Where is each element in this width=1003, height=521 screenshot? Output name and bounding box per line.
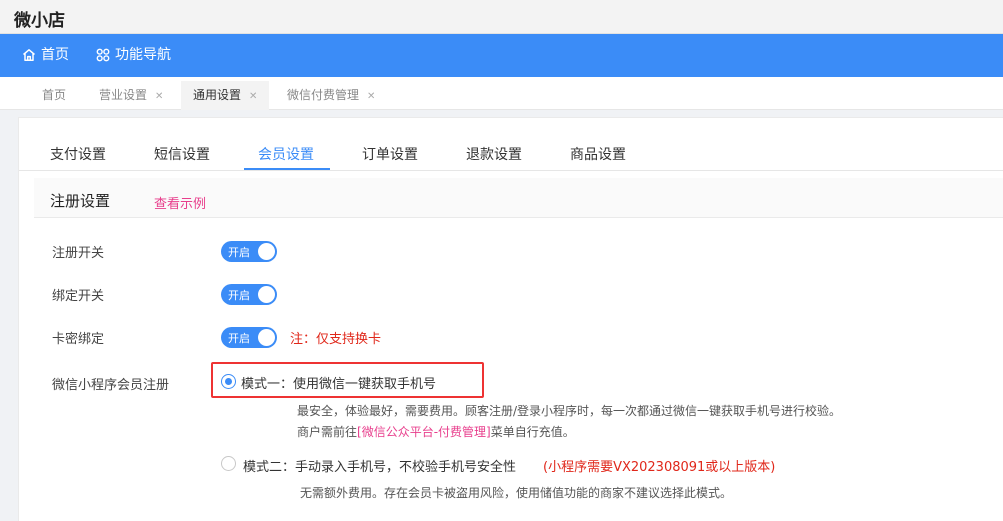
tab-business-settings-label: 营业设置 — [99, 88, 148, 102]
switch-knob — [258, 329, 275, 346]
bind-switch-label: 绑定开关 — [52, 289, 105, 304]
tab-general-settings[interactable]: 通用设置 ✕ — [181, 81, 270, 110]
mode2-radio[interactable] — [221, 456, 236, 471]
settings-panel: 支付设置 短信设置 会员设置 订单设置 退款设置 商品设置 注册设置 查看示例 … — [18, 117, 1003, 521]
mode2-desc: 无需额外费用。存在会员卡被盗用风险，使用储值功能的商家不建议选择此模式。 — [300, 486, 733, 500]
wechat-register-label: 微信小程序会员注册 — [52, 378, 170, 393]
tab-home-label: 首页 — [42, 88, 67, 102]
tab-wechat-paid-management-label: 微信付费管理 — [287, 88, 360, 102]
nav-function-guide-label: 功能导航 — [115, 47, 171, 63]
app-title: 微小店 — [14, 11, 65, 31]
register-switch[interactable]: 开启 — [221, 241, 277, 262]
subtab-member[interactable]: 会员设置 — [258, 144, 314, 164]
subtab-payment[interactable]: 支付设置 — [50, 144, 106, 164]
tab-general-settings-label: 通用设置 — [193, 88, 242, 102]
subtab-refund[interactable]: 退款设置 — [466, 144, 522, 164]
switch-knob — [258, 243, 275, 260]
card-bind-switch[interactable]: 开启 — [221, 327, 277, 348]
mode1-desc: 最安全，体验最好，需要费用。顾客注册/登录小程序时，每一次都通过微信一键获取手机… — [297, 404, 842, 418]
mode1-desc2-suffix: 菜单自行充值。 — [490, 425, 575, 439]
switch-text: 开启 — [228, 332, 250, 345]
view-example-link[interactable]: 查看示例 — [154, 193, 206, 212]
subtab-product[interactable]: 商品设置 — [570, 144, 626, 164]
tab-home[interactable]: 首页 — [30, 81, 78, 110]
nav-function-guide[interactable]: 功能导航 — [96, 34, 176, 77]
wechat-platform-link[interactable]: [微信公众平台-付费管理] — [357, 425, 491, 439]
grid-icon — [96, 48, 110, 62]
register-switch-label: 注册开关 — [52, 246, 105, 261]
subtab-sms[interactable]: 短信设置 — [154, 144, 210, 164]
mode2-label[interactable]: 模式二：手动录入手机号，不校验手机号安全性 — [243, 456, 516, 475]
subtab-order[interactable]: 订单设置 — [362, 144, 418, 164]
nav-home-label: 首页 — [41, 47, 69, 63]
mode1-desc2-prefix: 商户需前往 — [297, 425, 358, 439]
close-icon[interactable]: ✕ — [155, 91, 163, 102]
top-nav-bar: 首页 功能导航 — [0, 34, 1003, 77]
tab-business-settings[interactable]: 营业设置 ✕ — [87, 81, 175, 110]
close-icon[interactable]: ✕ — [249, 91, 257, 102]
mode1-radio[interactable] — [221, 374, 236, 389]
tab-wechat-paid-management[interactable]: 微信付费管理 ✕ — [275, 81, 387, 110]
home-icon — [23, 49, 35, 62]
nav-home[interactable]: 首页 — [22, 34, 74, 77]
active-subtab-indicator — [244, 168, 330, 170]
bind-switch[interactable]: 开启 — [221, 284, 277, 305]
close-icon[interactable]: ✕ — [367, 91, 375, 102]
card-bind-label: 卡密绑定 — [52, 332, 105, 347]
title-bar: 微小店 — [0, 0, 1003, 34]
section-title: 注册设置 — [50, 192, 111, 210]
mode2-version-warning: (小程序需要VX202308091或以上版本) — [543, 460, 776, 475]
switch-knob — [258, 286, 275, 303]
sub-tab-bar: 支付设置 短信设置 会员设置 订单设置 退款设置 商品设置 — [19, 118, 1003, 171]
mode1-desc2: 商户需前往[微信公众平台-付费管理]菜单自行充值。 — [297, 423, 575, 440]
switch-text: 开启 — [228, 246, 250, 259]
mode1-label[interactable]: 模式一：使用微信一键获取手机号 — [241, 373, 436, 392]
card-bind-note: 注：仅支持换卡 — [290, 332, 382, 347]
page-tab-bar: 首页 营业设置 ✕ 通用设置 ✕ 微信付费管理 ✕ — [0, 77, 1003, 110]
switch-text: 开启 — [228, 289, 250, 302]
